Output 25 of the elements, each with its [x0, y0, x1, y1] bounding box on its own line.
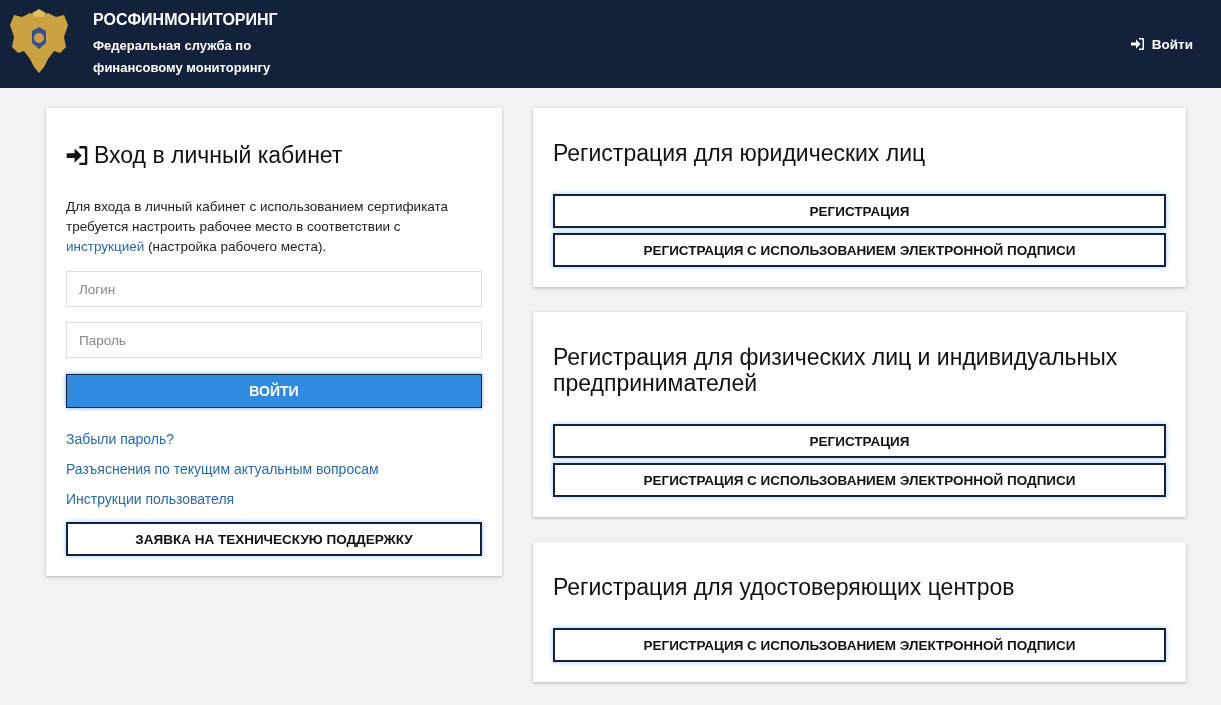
- help-link[interactable]: Забыли пароль?: [66, 424, 175, 454]
- registration-button[interactable]: РЕГИСТРАЦИЯ С ИСПОЛЬЗОВАНИЕМ ЭЛЕКТРОННОЙ ПОДПИСИ: [553, 628, 1166, 662]
- registration-button[interactable]: РЕГИСТРАЦИЯ С ИСПОЛЬЗОВАНИЕМ ЭЛЕКТРОННОЙ ПОДПИСИ: [553, 463, 1166, 497]
- eagle-emblem-icon: [8, 9, 70, 75]
- help-link[interactable]: Разъяснения по текущим актуальным вопросам: [66, 454, 379, 484]
- card-title: Вход в личный кабинет: [94, 142, 343, 169]
- registration-button[interactable]: РЕГИСТРАЦИЯ С ИСПОЛЬЗОВАНИЕМ ЭЛЕКТРОННОЙ ПОДПИСИ: [553, 233, 1166, 267]
- registration-button[interactable]: РЕГИСТРАЦИЯ: [553, 194, 1166, 228]
- card-title: Регистрация для юридических лиц: [553, 140, 927, 166]
- card-title: Регистрация для физических лиц и индивидуальных предпринимателей: [553, 344, 1119, 396]
- login-button[interactable]: ВОЙТИ: [66, 374, 482, 408]
- sign-in-icon: [66, 146, 88, 165]
- instruction-link[interactable]: инструкцией: [66, 239, 145, 254]
- brand-subtitle: Федеральная служба по: [93, 37, 253, 55]
- input-field[interactable]: Пароль: [66, 322, 482, 358]
- registration-button[interactable]: РЕГИСТРАЦИЯ: [553, 424, 1166, 458]
- input-field[interactable]: Логин: [66, 271, 482, 307]
- login-link[interactable]: Войти: [1130, 36, 1193, 52]
- instruction-note: Для входа в личный кабинет с использованием сертификата требуется настроить рабочее место в соответствии с инструкцией (настройка рабочего места).: [66, 198, 450, 256]
- sign-in-icon: [1130, 38, 1144, 50]
- brand-title: РОСФИНМОНИТОРИНГ: [93, 11, 278, 29]
- help-link[interactable]: Инструкции пользователя: [66, 484, 235, 514]
- brand-subtitle: финансовому мониторингу: [93, 59, 272, 77]
- support-button[interactable]: ЗАЯВКА НА ТЕХНИЧЕСКУЮ ПОДДЕРЖКУ: [66, 522, 482, 556]
- card-title: Регистрация для удостоверяющих центров: [553, 574, 1016, 600]
